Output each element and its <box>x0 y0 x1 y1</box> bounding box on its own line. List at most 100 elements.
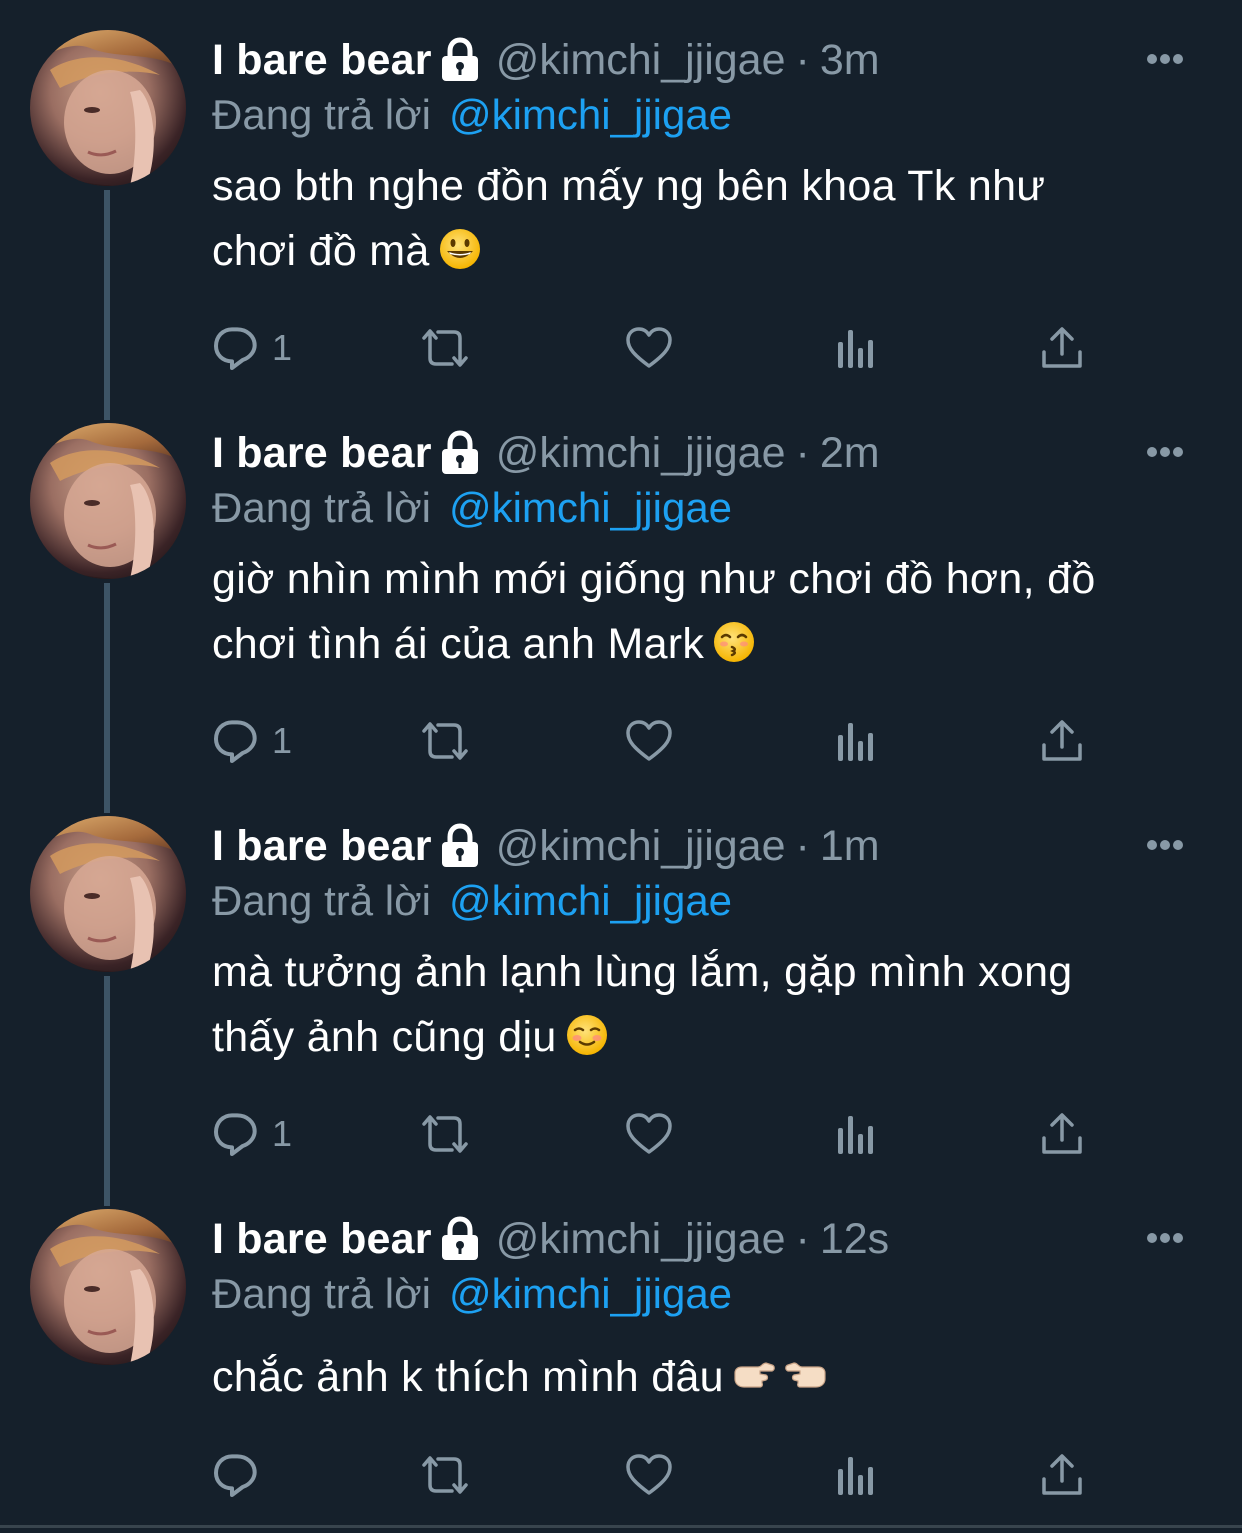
retweet-button[interactable] <box>416 1445 474 1505</box>
more-options-icon[interactable] <box>1142 44 1202 74</box>
lock-icon <box>441 1216 478 1260</box>
like-icon <box>626 1113 672 1154</box>
more-options-icon[interactable] <box>1142 830 1202 860</box>
display-name[interactable]: I bare bear <box>212 429 432 478</box>
handle[interactable]: @kimchi_jjigae <box>496 429 786 478</box>
display-name[interactable]: I bare bear <box>212 1215 432 1264</box>
handle[interactable]: @kimchi_jjigae <box>496 36 786 85</box>
lock-icon <box>441 430 478 474</box>
replying-to-handle[interactable]: @kimchi_jjigae <box>449 91 732 139</box>
reply-button[interactable] <box>212 1445 272 1505</box>
timestamp[interactable]: 3m <box>820 36 880 85</box>
retweet-button[interactable] <box>416 711 474 771</box>
reply-icon <box>214 327 257 370</box>
separator-dot: · <box>795 821 810 870</box>
analytics-icon <box>838 723 873 761</box>
retweet-button[interactable] <box>416 318 474 378</box>
replying-to: Đang trả lời @kimchi_jjigae <box>212 86 732 144</box>
reply-count: 1 <box>272 720 293 761</box>
timestamp[interactable]: 1m <box>820 822 880 871</box>
tweet-actions: 1 <box>212 1104 1162 1164</box>
replying-to: Đang trả lời @kimchi_jjigae <box>212 479 732 537</box>
timestamp[interactable]: 2m <box>820 429 880 478</box>
share-button[interactable] <box>1038 1445 1086 1505</box>
tweet-header: I bare bear @kimchi_jjigae · 3m <box>212 30 880 90</box>
retweet-button[interactable] <box>416 1104 474 1164</box>
share-button[interactable] <box>1038 1104 1086 1164</box>
tweet-header: I bare bear @kimchi_jjigae · 2m <box>212 423 880 483</box>
display-name[interactable]: I bare bear <box>212 822 432 871</box>
like-button[interactable] <box>624 1104 674 1164</box>
reply-count: 1 <box>272 1113 293 1154</box>
share-icon <box>1042 327 1082 368</box>
tweet-text: chắc ảnh k thích mình đâu <box>212 1345 1202 1410</box>
tweet-text-line: chơi đồ mà <box>212 227 430 275</box>
pointing-left-emoji-icon <box>785 1362 826 1388</box>
like-icon <box>626 720 672 761</box>
replying-to: Đang trả lời @kimchi_jjigae <box>212 872 732 930</box>
lock-icon <box>441 823 478 867</box>
reply-icon <box>214 720 257 763</box>
lock-icon <box>441 37 478 81</box>
tweet-thread: I bare bear @kimchi_jjigae · 3m Đang trả… <box>0 0 1242 1533</box>
avatar[interactable] <box>30 816 186 972</box>
handle[interactable]: @kimchi_jjigae <box>496 822 786 871</box>
tweet-text: mà tưởng ảnh lạnh lùng lắm, gặp mình xon… <box>212 940 1202 1070</box>
share-icon <box>1042 720 1082 761</box>
tweet-text: giờ nhìn mình mới giống như chơi đồ hơn,… <box>212 547 1202 677</box>
analytics-icon <box>838 1116 873 1154</box>
avatar[interactable] <box>30 423 186 579</box>
tweet-text-line: mà tưởng ảnh lạnh lùng lắm, gặp mình xon… <box>212 948 1073 996</box>
reply-button[interactable]: 1 <box>212 318 292 378</box>
replying-to-label: Đang trả lời <box>212 91 431 138</box>
avatar[interactable] <box>30 1209 186 1365</box>
tweet-text-line: chơi tình ái của anh Mark <box>212 620 705 668</box>
pointing-right-emoji-icon <box>734 1362 775 1388</box>
replying-to-label: Đang trả lời <box>212 877 431 924</box>
like-button[interactable] <box>624 1445 674 1505</box>
tweet-text: sao bth nghe đồn mấy ng bên khoa Tk như … <box>212 154 1202 284</box>
thread-connector-line <box>104 976 110 1206</box>
reply-button[interactable]: 1 <box>212 711 292 771</box>
analytics-button[interactable] <box>832 711 880 771</box>
display-name[interactable]: I bare bear <box>212 36 432 85</box>
reply-icon <box>214 1454 257 1497</box>
grinning-face-emoji-icon <box>439 229 480 269</box>
like-button[interactable] <box>624 711 674 771</box>
timestamp[interactable]: 12s <box>820 1215 889 1264</box>
reply-button[interactable]: 1 <box>212 1104 292 1164</box>
more-options-icon[interactable] <box>1142 1223 1202 1253</box>
reply-icon <box>214 1113 257 1156</box>
tweet-header: I bare bear @kimchi_jjigae · 1m <box>212 816 880 876</box>
replying-to-handle[interactable]: @kimchi_jjigae <box>449 484 732 532</box>
like-icon <box>626 327 672 368</box>
more-options-icon[interactable] <box>1142 437 1202 467</box>
thread-connector-line <box>104 190 110 420</box>
share-button[interactable] <box>1038 318 1086 378</box>
share-button[interactable] <box>1038 711 1086 771</box>
share-icon <box>1042 1113 1082 1154</box>
analytics-button[interactable] <box>832 318 880 378</box>
replying-to-label: Đang trả lời <box>212 484 431 531</box>
tweet-actions: 1 <box>212 711 1162 771</box>
kissing-face-emoji-icon <box>714 622 755 662</box>
replying-to: Đang trả lời @kimchi_jjigae <box>212 1265 732 1323</box>
share-icon <box>1042 1454 1082 1495</box>
analytics-button[interactable] <box>832 1104 880 1164</box>
replying-to-handle[interactable]: @kimchi_jjigae <box>449 1270 732 1318</box>
replying-to-handle[interactable]: @kimchi_jjigae <box>449 877 732 925</box>
tweet-actions: 1 <box>212 318 1162 378</box>
separator-dot: · <box>795 428 810 477</box>
like-button[interactable] <box>624 318 674 378</box>
retweet-icon <box>422 1456 468 1494</box>
separator-dot: · <box>795 1214 810 1263</box>
avatar[interactable] <box>30 30 186 186</box>
handle[interactable]: @kimchi_jjigae <box>496 1215 786 1264</box>
tweet-text-line: sao bth nghe đồn mấy ng bên khoa Tk như <box>212 162 1046 210</box>
analytics-icon <box>838 330 873 368</box>
tweet-header: I bare bear @kimchi_jjigae · 12s <box>212 1209 889 1269</box>
smiling-face-emoji-icon <box>566 1015 607 1055</box>
tweet-text-line: giờ nhìn mình mới giống như chơi đồ hơn,… <box>212 555 1096 603</box>
retweet-icon <box>422 722 468 760</box>
analytics-button[interactable] <box>832 1445 880 1505</box>
